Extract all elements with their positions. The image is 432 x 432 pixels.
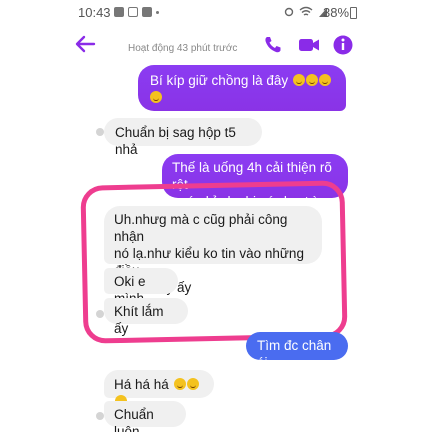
chat-header: Hoạt động 43 phút trước [0,26,432,66]
message-text: Há há há [114,377,169,392]
message-text: Chuẩn luôn [114,407,154,432]
emoji-icon [292,74,305,86]
message-text: Bí kíp giữ chồng là đây [150,73,289,88]
message-text: Tìm đc chân ái [257,338,332,370]
app-icon [142,7,152,17]
video-icon[interactable] [296,32,322,58]
system-icons [284,6,328,18]
message-incoming[interactable]: Há há há [104,370,214,407]
emoji-icon [318,74,331,86]
phone-icon[interactable] [260,32,286,58]
message-outgoing[interactable]: Bí kíp giữ chồng là đây [138,65,346,111]
message-incoming[interactable]: Chuẩn luôn [104,401,186,432]
message-text: Chuẩn bị sag hộp t5 nhả [115,125,236,157]
highlight-annotation [80,180,348,344]
wifi-icon [299,6,313,16]
message-incoming[interactable]: Chuẩn bị sag hộp t5 nhả [104,118,262,157]
info-icon[interactable] [330,32,356,58]
status-time: 10:43 [78,5,111,20]
back-arrow-icon[interactable] [74,34,96,54]
image-icon [114,7,124,17]
message-outgoing[interactable]: Tìm đc chân ái [246,332,348,370]
more-dot-icon [156,11,159,14]
battery-icon [350,7,357,19]
emoji-icon [150,91,162,103]
avatar [96,128,104,136]
emoji-icon [305,74,318,86]
status-bar: 10:43 38% [0,0,432,26]
alarm-icon [284,7,294,17]
emoji-icon [186,378,199,390]
active-status: Hoạt động 43 phút trước [128,43,238,54]
mail-icon [128,7,138,17]
avatar [96,412,104,420]
notification-icons [114,7,159,17]
battery-percentage: 38% [323,5,350,20]
emoji-icon [173,378,186,390]
